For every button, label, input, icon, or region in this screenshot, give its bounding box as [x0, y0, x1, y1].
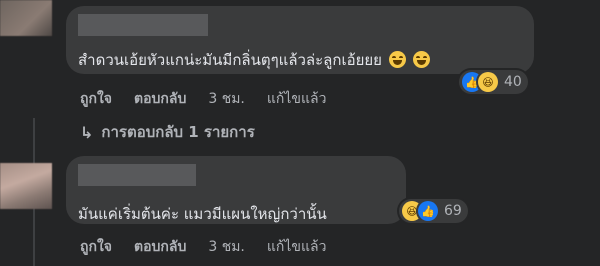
- comment-bubble: สำดวนเอ้ยหัวแกน่ะมันมีกลิ่นตุๆแล้วล่ะลูก…: [66, 6, 534, 74]
- like-button[interactable]: ถูกใจ: [80, 88, 112, 110]
- like-button[interactable]: ถูกใจ: [80, 236, 112, 258]
- grin-emoji-icon: [388, 51, 406, 68]
- commenter-name-redacted[interactable]: [78, 164, 196, 186]
- reply-button[interactable]: ตอบกลับ: [134, 236, 186, 258]
- avatar[interactable]: [0, 163, 52, 209]
- reaction-summary[interactable]: 😆 👍 69: [399, 199, 468, 223]
- timestamp[interactable]: 3 ชม.: [208, 236, 245, 258]
- reaction-summary[interactable]: 👍 😆 40: [459, 70, 528, 94]
- reaction-count: 40: [504, 74, 522, 90]
- edited-label: แก้ไขแล้ว: [266, 91, 327, 107]
- edited-label: แก้ไขแล้ว: [266, 239, 327, 255]
- reaction-count: 69: [444, 203, 462, 219]
- haha-reaction-icon: 😆: [478, 72, 498, 92]
- commenter-name-redacted[interactable]: [78, 14, 208, 36]
- comment-text: สำดวนเอ้ยหัวแกน่ะมันมีกลิ่นตุๆแล้วล่ะลูก…: [78, 48, 430, 72]
- reply-button[interactable]: ตอบกลับ: [134, 88, 186, 110]
- comment-actions: ถูกใจ ตอบกลับ 3 ชม. แก้ไขแล้ว: [80, 88, 348, 110]
- comment-bubble: มันแค่เริ่มต้นค่ะ แมวมีแผนใหญ่กว่านั้น: [66, 156, 406, 224]
- comment-thread: สำดวนเอ้ยหัวแกน่ะมันมีกลิ่นตุๆแล้วล่ะลูก…: [0, 0, 600, 266]
- view-replies-link[interactable]: ↳ การตอบกลับ 1 รายการ: [80, 120, 255, 144]
- comment-text: มันแค่เริ่มต้นค่ะ แมวมีแผนใหญ่กว่านั้น: [78, 202, 327, 226]
- comment-body: สำดวนเอ้ยหัวแกน่ะมันมีกลิ่นตุๆแล้วล่ะลูก…: [78, 51, 382, 69]
- comment-actions: ถูกใจ ตอบกลับ 3 ชม. แก้ไขแล้ว: [80, 236, 348, 258]
- like-reaction-icon: 👍: [418, 201, 438, 221]
- comment-body: มันแค่เริ่มต้นค่ะ แมวมีแผนใหญ่กว่านั้น: [78, 205, 327, 223]
- replies-label: การตอบกลับ 1 รายการ: [101, 123, 255, 141]
- grin-emoji-icon: [412, 51, 430, 68]
- timestamp[interactable]: 3 ชม.: [208, 88, 245, 110]
- avatar[interactable]: [0, 0, 52, 36]
- reply-arrow-icon: ↳: [80, 122, 94, 142]
